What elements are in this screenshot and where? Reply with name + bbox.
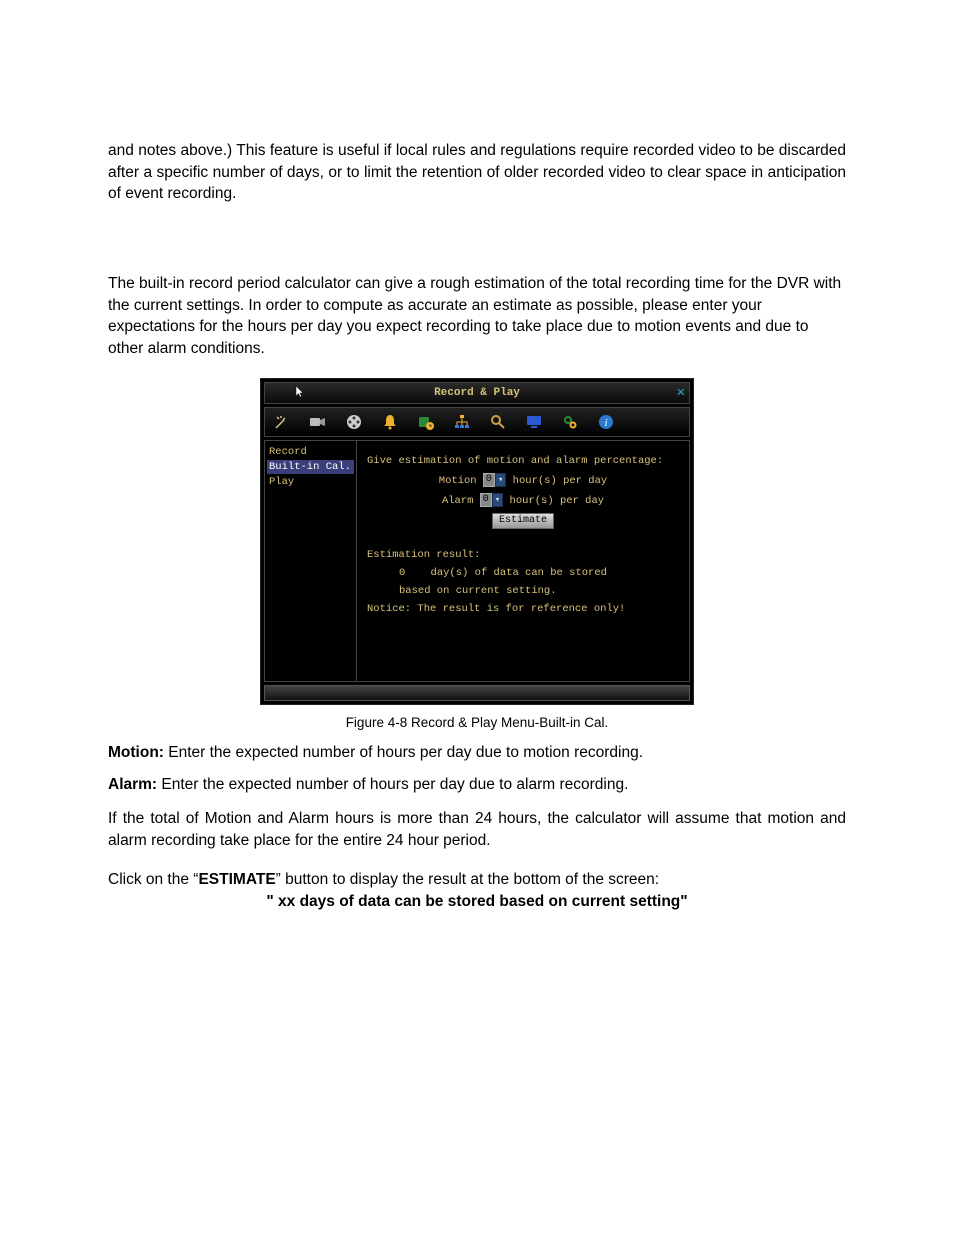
schedule-icon[interactable] [417,413,435,431]
gears-icon[interactable] [561,413,579,431]
dvr-sidebar: Record Built-in Cal. Play [265,441,357,681]
motion-def-label: Motion: [108,744,164,761]
alarm-definition: Alarm: Enter the expected number of hour… [108,776,846,794]
figure-caption: Figure 4-8 Record & Play Menu-Built-in C… [108,715,846,730]
result-line1-suffix: day(s) of data can be stored [431,567,607,579]
close-icon[interactable]: ✕ [677,386,685,400]
motion-select[interactable]: 0 [483,473,495,487]
paragraph-24hour-note: If the total of Motion and Alarm hours i… [108,808,846,851]
alarm-label: Alarm [442,495,474,507]
estimate-button[interactable]: Estimate [492,513,554,529]
wand-icon[interactable] [273,413,291,431]
figure-wrapper: Record & Play ✕ i Record Built-in Cal. [108,378,846,705]
click-prefix: Click on the “ [108,871,198,888]
result-line1: 0 day(s) of data can be stored [367,567,679,579]
info-icon[interactable]: i [597,413,615,431]
estimation-heading: Give estimation of motion and alarm perc… [367,455,679,467]
result-days-value: 0 [399,567,405,579]
result-quote: " xx days of data can be stored based on… [108,893,846,911]
estimate-word: ESTIMATE [198,871,275,888]
dvr-window: Record & Play ✕ i Record Built-in Cal. [260,378,694,705]
alarm-row: Alarm 0▾ hour(s) per day [367,493,679,507]
film-reel-icon[interactable] [345,413,363,431]
monitor-icon[interactable] [525,413,543,431]
result-notice: Notice: The result is for reference only… [367,603,679,615]
document-page: and notes above.) This feature is useful… [0,0,954,971]
bell-icon[interactable] [381,413,399,431]
result-heading: Estimation result: [367,549,679,561]
dvr-main-panel: Give estimation of motion and alarm perc… [357,441,689,681]
motion-row: Motion 0▾ hour(s) per day [367,473,679,487]
network-icon[interactable] [453,413,471,431]
click-suffix: ” button to display the result at the bo… [276,871,659,888]
motion-def-text: Enter the expected number of hours per d… [164,744,643,761]
motion-label: Motion [439,475,477,487]
sidebar-item-play[interactable]: Play [267,475,354,489]
dvr-titlebar: Record & Play ✕ [264,382,690,404]
dvr-statusbar [264,685,690,701]
motion-definition: Motion: Enter the expected number of hou… [108,744,846,762]
result-line2: based on current setting. [367,585,679,597]
alarm-def-text: Enter the expected number of hours per d… [157,776,628,793]
sidebar-item-record[interactable]: Record [267,445,354,459]
sidebar-item-builtin-cal[interactable]: Built-in Cal. [267,460,354,474]
alarm-def-label: Alarm: [108,776,157,793]
camera-icon[interactable] [309,413,327,431]
motion-suffix: hour(s) per day [513,475,608,487]
dvr-window-title: Record & Play [265,387,689,399]
chevron-down-icon[interactable]: ▾ [492,493,503,507]
search-icon[interactable] [489,413,507,431]
paragraph-calculator-intro: The built-in record period calculator ca… [108,273,846,360]
click-estimate-line: Click on the “ESTIMATE” button to displa… [108,869,846,891]
chevron-down-icon[interactable]: ▾ [495,473,506,487]
alarm-select[interactable]: 0 [480,493,492,507]
paragraph-retention: and notes above.) This feature is useful… [108,140,846,205]
dvr-toolbar: i [264,407,690,437]
dvr-body: Record Built-in Cal. Play Give estimatio… [264,440,690,682]
alarm-suffix: hour(s) per day [510,495,605,507]
svg-text:i: i [604,417,607,429]
estimate-button-row: Estimate [367,513,679,529]
